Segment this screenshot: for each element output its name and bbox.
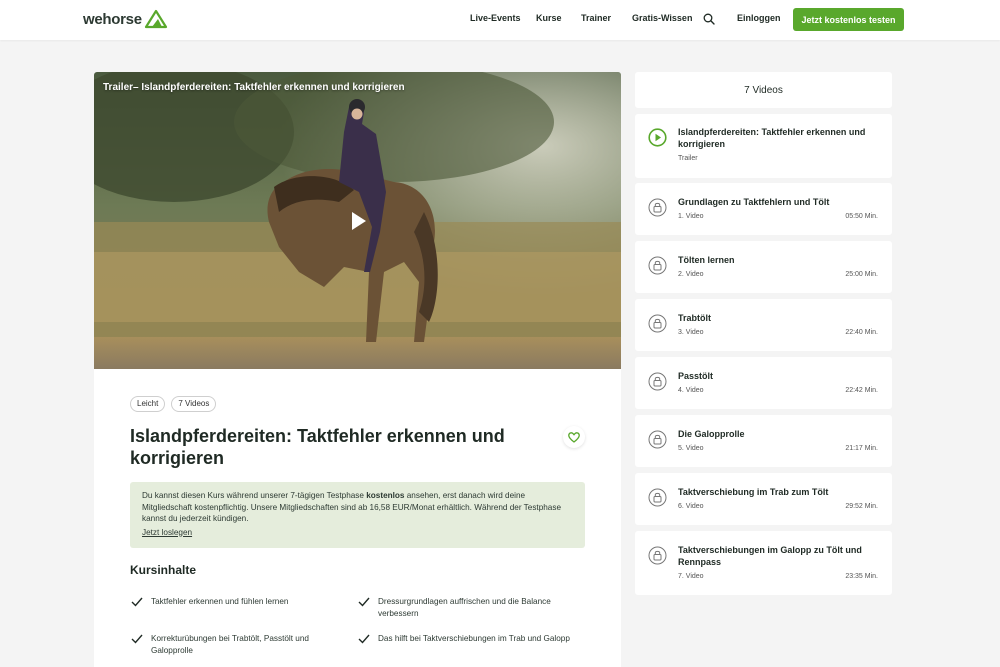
wehorse-logo[interactable]: wehorse — [83, 8, 168, 30]
video-duration: 29:52 Min. — [845, 503, 878, 510]
nav-live-events[interactable]: Live-Events — [470, 13, 521, 23]
course-content-text: Dressurgrundlagen auffrischen und die Ba… — [378, 597, 551, 618]
trailer-video-player[interactable]: Trailer– Islandpferdereiten: Taktfehler … — [94, 72, 621, 369]
video-list-item-2[interactable]: Tölten lernen 2. Video 25:00 Min. — [635, 241, 892, 293]
video-subtitle: 6. Video — [678, 503, 704, 510]
logo-text: wehorse — [83, 10, 142, 28]
search-icon[interactable] — [703, 13, 715, 25]
nav-kurse[interactable]: Kurse — [536, 13, 562, 23]
difficulty-tag: Leicht — [130, 396, 166, 412]
course-content-item: Das hilft bei Taktverschiebungen im Trab… — [358, 633, 573, 645]
nav-gratis-wissen[interactable]: Gratis-Wissen — [632, 13, 692, 23]
course-contents-heading: Kursinhalte — [130, 563, 197, 577]
free-trial-button[interactable]: Jetzt kostenlos testen — [793, 8, 904, 31]
checkmark-icon — [131, 597, 143, 607]
course-content-text: Taktfehler erkennen und fühlen lernen — [151, 597, 289, 606]
course-content-item: Dressurgrundlagen auffrischen und die Ba… — [358, 596, 558, 619]
video-subtitle: Trailer — [678, 155, 698, 162]
video-title: Grundlagen zu Taktfehlern und Tölt — [678, 197, 830, 207]
video-subtitle: 7. Video — [678, 573, 704, 580]
get-started-link[interactable]: Jetzt loslegen — [142, 527, 192, 539]
play-circle-icon — [648, 128, 667, 147]
login-link[interactable]: Einloggen — [737, 13, 781, 23]
video-count-tag: 7 Videos — [171, 396, 217, 412]
lock-icon — [648, 372, 667, 391]
video-duration: 22:40 Min. — [845, 329, 878, 336]
video-title: Die Galopprolle — [678, 429, 745, 439]
video-list-item-4[interactable]: Passtölt 4. Video 22:42 Min. — [635, 357, 892, 409]
lock-icon — [648, 430, 667, 449]
lock-icon — [648, 198, 667, 217]
video-duration: 21:17 Min. — [845, 445, 878, 452]
video-subtitle: 5. Video — [678, 445, 704, 452]
video-list-header: 7 Videos — [635, 72, 892, 108]
course-content-text: Das hilft bei Taktverschiebungen im Trab… — [378, 634, 570, 643]
video-list-item-1[interactable]: Grundlagen zu Taktfehlern und Tölt 1. Vi… — [635, 183, 892, 235]
video-title: Taktverschiebung im Trab zum Tölt — [678, 487, 829, 497]
video-duration: 25:00 Min. — [845, 271, 878, 278]
video-subtitle: 4. Video — [678, 387, 704, 394]
heart-icon — [568, 431, 580, 443]
video-list-item-5[interactable]: Die Galopprolle 5. Video 21:17 Min. — [635, 415, 892, 467]
favorite-button[interactable] — [563, 426, 585, 448]
play-icon[interactable] — [349, 210, 369, 232]
video-subtitle: 2. Video — [678, 271, 704, 278]
logo-arrow-icon — [144, 9, 167, 29]
course-content-text: Korrekturübungen bei Trabtölt, Passtölt … — [151, 634, 309, 655]
lock-icon — [648, 314, 667, 333]
course-title: Islandpferdereiten: Taktfehler erkennen … — [130, 426, 505, 468]
video-title: Tölten lernen — [678, 255, 735, 265]
course-main-card: Trailer– Islandpferdereiten: Taktfehler … — [94, 72, 621, 667]
video-title: Passtölt — [678, 371, 714, 381]
course-content-item: Taktfehler erkennen und fühlen lernen — [131, 596, 321, 608]
lock-icon — [648, 488, 667, 507]
video-subtitle: 1. Video — [678, 213, 704, 220]
video-duration: 22:42 Min. — [845, 387, 878, 394]
course-tags: Leicht 7 Videos — [130, 396, 217, 412]
video-duration: 23:35 Min. — [845, 573, 878, 580]
video-duration: 05:50 Min. — [845, 213, 878, 220]
video-title: Trailer– Islandpferdereiten: Taktfehler … — [103, 82, 405, 93]
trial-info-box: Du kannst diesen Kurs während unserer 7-… — [130, 482, 585, 548]
video-list-item-3[interactable]: Trabtölt 3. Video 22:40 Min. — [635, 299, 892, 351]
video-list-item-7[interactable]: Taktverschiebungen im Galopp zu Tölt und… — [635, 531, 892, 595]
nav-trainer[interactable]: Trainer — [581, 13, 611, 23]
lock-icon — [648, 256, 667, 275]
top-navigation-bar: wehorse Live-Events Kurse Trainer Gratis… — [0, 0, 1000, 40]
video-subtitle: 3. Video — [678, 329, 704, 336]
checkmark-icon — [131, 634, 143, 644]
video-list-item-6[interactable]: Taktverschiebung im Trab zum Tölt 6. Vid… — [635, 473, 892, 525]
course-content-item: Korrekturübungen bei Trabtölt, Passtölt … — [131, 633, 321, 656]
video-title: Trabtölt — [678, 313, 711, 323]
trial-info-text-pre: Du kannst diesen Kurs während unserer 7-… — [142, 491, 367, 500]
video-title: Islandpferdereiten: Taktfehler erkennen … — [678, 127, 866, 149]
lock-icon — [648, 546, 667, 565]
checkmark-icon — [358, 597, 370, 607]
video-title: Taktverschiebungen im Galopp zu Tölt und… — [678, 545, 862, 567]
video-list-item-trailer[interactable]: Islandpferdereiten: Taktfehler erkennen … — [635, 114, 892, 178]
checkmark-icon — [358, 634, 370, 644]
trial-info-bold: kostenlos — [366, 491, 405, 500]
